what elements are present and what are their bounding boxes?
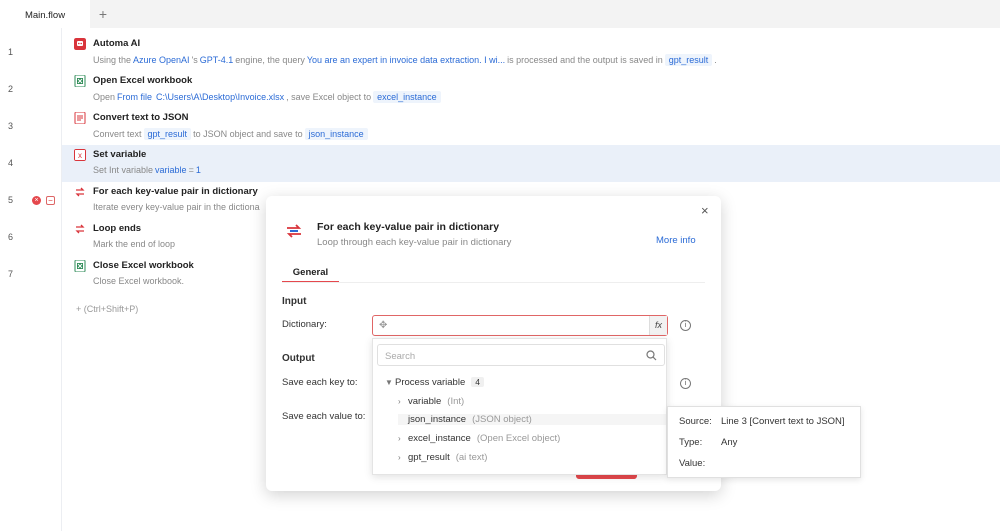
tooltip-source-value: Line 3 [Convert text to JSON] xyxy=(721,416,845,427)
input-section-heading: Input xyxy=(282,296,307,307)
tab-general[interactable]: General xyxy=(282,264,339,283)
variable-group-process[interactable]: ▼ Process variable 4 xyxy=(385,377,484,388)
excel-close-icon xyxy=(74,260,86,272)
ai-icon xyxy=(74,38,86,50)
collapse-icon[interactable]: − xyxy=(46,196,55,205)
tooltip-value-key: Value: xyxy=(679,458,706,469)
step-description: Close Excel workbook. xyxy=(93,276,185,286)
line-gutter: 1 2 3 4 5 × − 6 7 xyxy=(0,28,62,531)
save-value-label: Save each value to: xyxy=(282,411,366,422)
step-description: Iterate every key-value pair in the dict… xyxy=(93,202,260,212)
tooltip-type-key: Type: xyxy=(679,437,703,448)
step-description: Convert text gpt_result to JSON object and… xyxy=(93,128,370,140)
step-title: Open Excel workbook xyxy=(93,75,193,86)
caret-right-icon: › xyxy=(398,434,401,443)
json-convert-icon xyxy=(74,112,86,124)
step-title: Close Excel workbook xyxy=(93,260,194,271)
cursor-icon: ✥ xyxy=(379,320,388,331)
step-description: Mark the end of loop xyxy=(93,239,176,249)
fx-button[interactable]: fx xyxy=(649,316,667,335)
line-number: 3 xyxy=(8,121,14,131)
tab-divider xyxy=(282,282,705,283)
line-number: 4 xyxy=(8,158,14,168)
line-number: 5 xyxy=(8,195,14,205)
step-description: Open From file C:\Users\A\Desktop\Invoice.… xyxy=(93,91,443,103)
variable-tooltip: Source: Line 3 [Convert text to JSON] Ty… xyxy=(667,406,861,478)
caret-right-icon: › xyxy=(398,397,401,406)
step-open-excel[interactable]: Open Excel workbook Open From file C:\User… xyxy=(62,71,1000,108)
set-variable-icon: x xyxy=(74,149,86,161)
variable-item-json-instance[interactable]: json_instance (JSON object) xyxy=(398,414,666,425)
step-title: Automa AI xyxy=(93,38,141,49)
dictionary-label: Dictionary: xyxy=(282,319,327,330)
step-title: Set variable xyxy=(93,149,147,160)
excel-open-icon xyxy=(74,75,86,87)
variable-item-excel-instance[interactable]: › excel_instance (Open Excel object) xyxy=(398,433,560,444)
step-title: For each key-value pair in dictionary xyxy=(93,186,258,197)
loop-icon xyxy=(286,224,302,238)
line-number: 6 xyxy=(8,232,14,242)
add-step-hint[interactable]: + (Ctrl+Shift+P) xyxy=(76,304,138,314)
variable-item-variable[interactable]: › variable (Int) xyxy=(398,396,464,407)
variable-dropdown: Search ▼ Process variable 4 › variable (Int)… xyxy=(372,338,667,475)
variable-item-gpt-result[interactable]: › gpt_result (ai text) xyxy=(398,452,487,463)
tooltip-source-key: Source: xyxy=(679,416,712,427)
svg-text:x: x xyxy=(78,151,82,160)
group-count: 4 xyxy=(471,377,484,387)
step-title: Convert text to JSON xyxy=(93,112,189,123)
dialog-subtitle: Loop through each key-value pair in dict… xyxy=(317,237,512,248)
error-icon[interactable]: × xyxy=(32,196,41,205)
save-key-label: Save each key to: xyxy=(282,377,358,388)
tab-main-flow[interactable]: Main.flow xyxy=(0,0,90,30)
step-description: Using the Azure OpenAI's GPT-4.1 engine, th… xyxy=(93,54,717,66)
search-icon xyxy=(646,350,657,361)
step-set-variable[interactable]: x Set variable Set Int variable variable =… xyxy=(62,145,1000,182)
step-automa-ai[interactable]: Automa AI Using the Azure OpenAI's GPT-4.1… xyxy=(62,34,1000,71)
line-number: 2 xyxy=(8,84,14,94)
info-icon[interactable]: i xyxy=(680,378,691,389)
info-icon[interactable]: i xyxy=(680,320,691,331)
close-icon[interactable]: × xyxy=(701,204,709,217)
line-number: 7 xyxy=(8,269,14,279)
new-tab-button[interactable]: + xyxy=(96,7,110,21)
search-input[interactable]: Search xyxy=(377,344,665,366)
loop-icon xyxy=(75,187,85,197)
tooltip-type-value: Any xyxy=(721,437,738,448)
more-info-link[interactable]: More info xyxy=(656,235,696,246)
tab-bar: Main.flow + xyxy=(0,0,1000,30)
step-title: Loop ends xyxy=(93,223,142,234)
line-number: 1 xyxy=(8,47,14,57)
dialog-title: For each key-value pair in dictionary xyxy=(317,221,500,233)
caret-right-icon: › xyxy=(398,453,401,462)
step-description: Set Int variable variable = 1 xyxy=(93,165,201,175)
loop-end-icon xyxy=(75,224,85,234)
output-section-heading: Output xyxy=(282,353,315,364)
caret-down-icon: ▼ xyxy=(385,378,393,387)
dictionary-input[interactable]: ✥ fx xyxy=(372,315,668,336)
step-convert-json[interactable]: Convert text to JSON Convert text gpt_res… xyxy=(62,108,1000,145)
